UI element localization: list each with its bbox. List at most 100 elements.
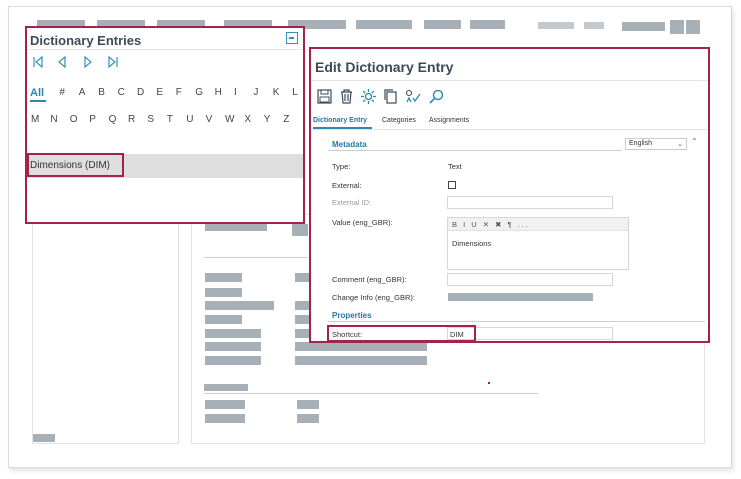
check-icon[interactable] <box>404 88 421 105</box>
background-placeholder <box>297 400 319 409</box>
section-divider <box>328 150 622 151</box>
background-placeholder <box>205 342 261 351</box>
type-label: Type: <box>332 162 351 171</box>
letter-filter-w[interactable]: W <box>225 114 234 125</box>
letter-filter-l[interactable]: L <box>292 87 298 98</box>
background-placeholder <box>205 400 245 409</box>
background-dot <box>488 382 490 384</box>
letter-filter-hash[interactable]: # <box>59 87 65 98</box>
comment-label: Comment (eng_GBR): <box>332 275 407 284</box>
copy-icon[interactable] <box>382 88 399 105</box>
section-divider <box>328 321 705 322</box>
save-icon[interactable] <box>316 88 333 105</box>
background-placeholder <box>295 273 309 282</box>
letter-filter-f[interactable]: F <box>176 87 182 98</box>
first-page-icon[interactable] <box>31 55 45 69</box>
letter-filter-p[interactable]: P <box>89 114 96 125</box>
header-placeholder <box>622 22 665 31</box>
background-placeholder <box>295 356 427 365</box>
background-placeholder <box>205 356 261 365</box>
letter-filter-i[interactable]: I <box>234 87 237 98</box>
external-label: External: <box>332 181 362 190</box>
background-placeholder <box>295 315 309 324</box>
value-rich-text-editor[interactable]: B I U ✕ ✖ ¶ ... Dimensions <box>447 217 629 270</box>
previous-page-icon[interactable] <box>55 55 69 69</box>
last-page-icon[interactable] <box>106 55 120 69</box>
background-placeholder <box>297 414 319 423</box>
delete-icon[interactable] <box>338 88 355 105</box>
background-placeholder <box>205 315 242 324</box>
comment-field[interactable] <box>447 273 613 286</box>
letter-filter-s[interactable]: S <box>147 114 154 125</box>
background-placeholder <box>295 329 309 338</box>
header-placeholder <box>356 20 412 29</box>
letter-filter-v[interactable]: V <box>206 114 213 125</box>
letter-filter-c[interactable]: C <box>118 87 125 98</box>
background-placeholder <box>204 384 248 391</box>
letter-filter-e[interactable]: E <box>156 87 163 98</box>
background-placeholder <box>205 414 245 423</box>
letter-filter-all[interactable]: All <box>30 87 44 99</box>
language-select[interactable]: English ⌄ <box>625 138 687 150</box>
header-placeholder <box>470 20 505 29</box>
background-placeholder <box>205 301 274 310</box>
collapse-icon[interactable]: ⌃ <box>691 137 698 146</box>
export-icon[interactable] <box>286 32 298 44</box>
letter-filter-n[interactable]: N <box>50 114 57 125</box>
letter-filter-g[interactable]: G <box>195 87 203 98</box>
chevron-down-icon: ⌄ <box>677 141 683 148</box>
rte-toolbar[interactable]: B I U ✕ ✖ ¶ ... <box>448 218 628 231</box>
letter-filter-q[interactable]: Q <box>109 114 117 125</box>
tab-assignments[interactable]: Assignments <box>429 117 469 124</box>
letter-filter-o[interactable]: O <box>70 114 78 125</box>
edit-dictionary-entry-panel: Edit Dictionary Entry Dictionary Entry C… <box>309 47 710 343</box>
tab-dictionary-entry[interactable]: Dictionary Entry <box>313 117 367 124</box>
background-placeholder <box>205 329 261 338</box>
background-placeholder <box>292 224 308 236</box>
value-text: Dimensions <box>452 239 492 248</box>
header-placeholder <box>584 22 604 29</box>
letter-filter-d[interactable]: D <box>137 87 144 98</box>
letter-filter-x[interactable]: X <box>244 114 251 125</box>
letter-filter-k[interactable]: K <box>273 87 280 98</box>
tab-categories[interactable]: Categories <box>382 117 416 124</box>
external-id-field[interactable] <box>447 196 613 209</box>
external-id-label: External ID: <box>332 198 372 207</box>
search-icon[interactable] <box>428 88 445 105</box>
change-info-value-placeholder <box>448 293 593 301</box>
dictionary-panel-title: Dictionary Entries <box>30 33 142 48</box>
background-placeholder <box>33 434 55 442</box>
header-placeholder <box>686 20 700 34</box>
gear-icon[interactable] <box>360 88 377 105</box>
letter-filter-j[interactable]: J <box>253 87 258 98</box>
external-checkbox[interactable] <box>448 181 456 189</box>
selection-highlight <box>27 153 124 177</box>
letter-filter-u[interactable]: U <box>186 114 193 125</box>
metadata-section-title: Metadata <box>332 140 367 149</box>
active-letter-underline <box>30 100 46 102</box>
letter-filter-r[interactable]: R <box>128 114 135 125</box>
change-info-label: Change Info (eng_GBR): <box>332 293 415 302</box>
panel-divider <box>311 80 708 81</box>
background-divider <box>204 257 308 258</box>
background-placeholder <box>205 224 267 231</box>
letter-filter-m[interactable]: M <box>31 114 39 125</box>
letter-filter-z[interactable]: Z <box>283 114 289 125</box>
letter-filter-b[interactable]: B <box>98 87 105 98</box>
letter-filter-y[interactable]: Y <box>264 114 271 125</box>
value-label: Value (eng_GBR): <box>332 218 393 227</box>
next-page-icon[interactable] <box>81 55 95 69</box>
background-placeholder <box>205 273 242 282</box>
type-value: Text <box>448 162 462 171</box>
header-placeholder <box>538 22 574 29</box>
panel-divider <box>27 49 303 50</box>
letter-filter-t[interactable]: T <box>167 114 173 125</box>
shortcut-highlight <box>327 325 476 342</box>
background-placeholder <box>205 288 242 297</box>
letter-filter-a[interactable]: A <box>79 87 86 98</box>
background-placeholder <box>295 301 309 310</box>
properties-section-title: Properties <box>332 311 372 320</box>
header-placeholder <box>424 20 461 29</box>
background-divider <box>204 393 538 394</box>
letter-filter-h[interactable]: H <box>215 87 222 98</box>
